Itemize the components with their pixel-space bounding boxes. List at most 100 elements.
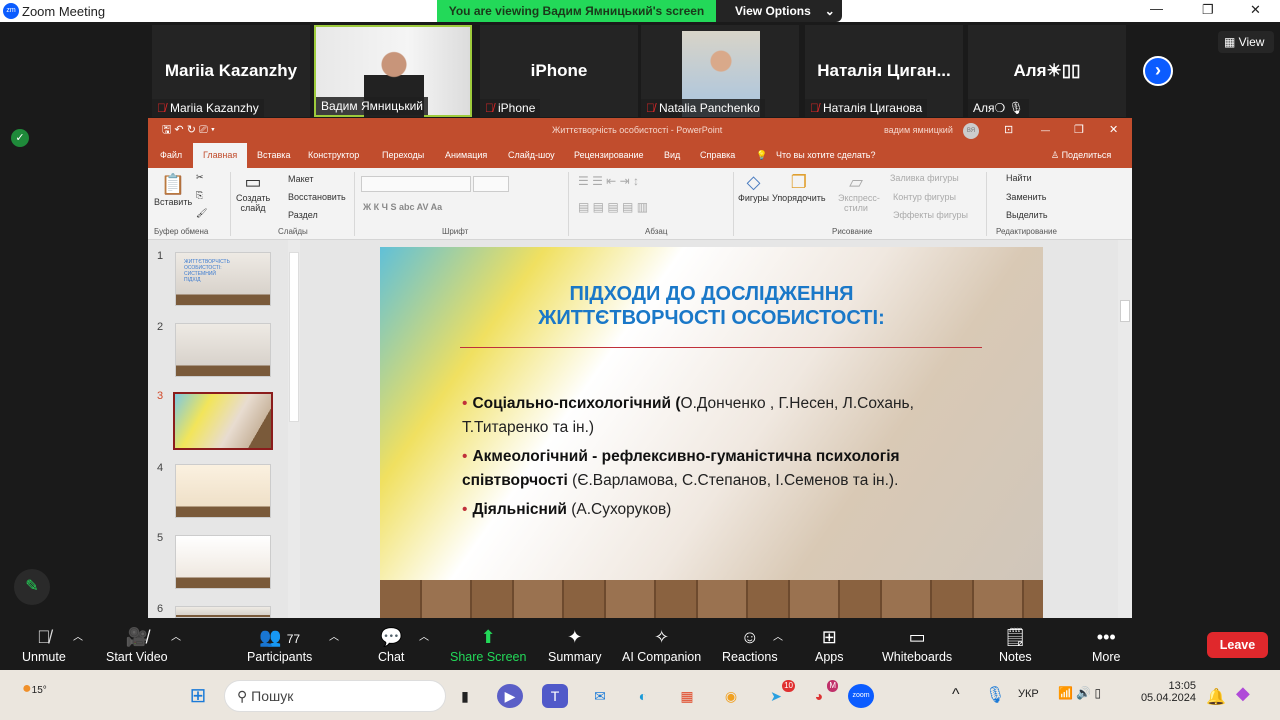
copy-icon[interactable]: ⎘ — [196, 190, 203, 201]
shape-effects-button[interactable]: Эффекты фигуры — [893, 210, 968, 220]
slide-canvas[interactable]: ПІДХОДИ ДО ДОСЛІДЖЕННЯ ЖИТТЄТВОРЧОСТІ ОСО… — [380, 247, 1043, 618]
share-screen-button[interactable]: ⬆ Share Screen — [450, 626, 526, 664]
slide-thumbnail[interactable]: ЖИТТЄТВОРЧІСТЬ ОСОБИСТОСТІ: СИСТЕМНИЙ ПІ… — [175, 252, 271, 306]
tab-animations[interactable]: Анимация — [445, 150, 487, 160]
font-family-select[interactable] — [361, 176, 471, 192]
ppt-minimize-button[interactable]: — — [1041, 118, 1050, 143]
tell-me-input[interactable]: Что вы хотите сделать? — [776, 150, 876, 160]
shapes-button[interactable]: ◇ Фигуры — [738, 172, 769, 203]
view-button[interactable]: ▦ View — [1218, 31, 1274, 53]
tab-slideshow[interactable]: Слайд-шоу — [508, 150, 555, 160]
participant-tile[interactable]: Аля☀▯▯ Аля❍ 🎙 — [968, 25, 1126, 117]
tab-design[interactable]: Конструктор — [308, 150, 359, 160]
leave-button[interactable]: Leave — [1207, 632, 1268, 658]
slide-thumbnail[interactable] — [175, 323, 271, 377]
tab-transitions[interactable]: Переходы — [382, 150, 424, 160]
microphone-tray-icon[interactable]: 🎙 — [985, 685, 1005, 705]
audio-options-chevron[interactable]: ︿ — [73, 628, 83, 643]
edge-icon[interactable]: ◐ — [630, 684, 656, 708]
slide-thumbnail[interactable] — [175, 535, 271, 589]
teams-icon[interactable]: T — [542, 684, 568, 708]
start-button[interactable]: ⊞ — [185, 684, 211, 708]
task-view-icon[interactable]: ▮ — [452, 684, 478, 708]
arrange-button[interactable]: ❐ Упорядочить — [772, 172, 826, 203]
apps-button[interactable]: ⊞ Apps — [815, 626, 844, 664]
tab-review[interactable]: Рецензирование — [574, 150, 644, 160]
view-options-button[interactable]: View Options ⌄ — [716, 0, 842, 22]
tab-view[interactable]: Вид — [664, 150, 680, 160]
ppt-close-button[interactable]: ✕ — [1109, 118, 1118, 143]
format-painter-icon[interactable]: 🖌 — [196, 208, 207, 219]
section-button[interactable]: Раздел — [288, 210, 318, 220]
notifications-bell-icon[interactable]: 🔔 — [1206, 687, 1226, 707]
cut-icon[interactable]: ✂ — [196, 172, 204, 183]
ribbon-display-options-icon[interactable]: ⊡ — [1004, 118, 1013, 143]
telegram-icon[interactable]: ➤ 10 — [763, 680, 795, 708]
participant-tile-active-speaker[interactable]: Вадим Ямницький — [314, 25, 472, 117]
unmute-button[interactable]: 🎙̸ Unmute — [22, 626, 66, 664]
quick-access-toolbar[interactable]: 🖫 ↶ ↻ ⎚ ▾ — [162, 118, 215, 143]
video-options-chevron[interactable]: ︿ — [171, 628, 181, 643]
tab-file[interactable]: Файл — [160, 150, 182, 160]
chrome-icon[interactable]: ◕ M — [806, 680, 838, 708]
align-buttons[interactable]: ▤ ▤ ▤ ▤ ▥ — [578, 200, 648, 214]
shape-outline-button[interactable]: Контур фигуры — [893, 192, 956, 202]
new-slide-button[interactable]: ▭ Создать слайд — [236, 172, 270, 213]
paragraph-buttons[interactable]: ☰ ☰ ⇤ ⇥ ↕ — [578, 174, 639, 188]
search-box[interactable]: ⚲ Пошук — [224, 680, 446, 712]
zoom-taskbar-icon[interactable]: zoom — [848, 684, 874, 708]
clock[interactable]: 13:05 05.04.2024 — [1136, 680, 1196, 704]
tab-home[interactable]: Главная — [193, 143, 248, 168]
participant-tile[interactable]: Mariia Kazanzhy 🎙̸ Mariia Kazanzhy — [152, 25, 310, 117]
find-button[interactable]: Найти — [1006, 173, 1032, 183]
participants-button[interactable]: 👥 77 Participants — [247, 626, 312, 664]
quick-styles-button[interactable]: ▱ Экспресс-стили — [838, 172, 880, 213]
close-button[interactable]: ✕ — [1250, 2, 1261, 18]
participant-tile[interactable]: 🎙̸ Natalia Panchenko — [641, 25, 799, 117]
start-video-button[interactable]: 🎥̸ Start Video — [106, 626, 168, 664]
chat-button[interactable]: 💬 Chat — [378, 626, 404, 664]
user-avatar[interactable]: ВЯ — [963, 123, 979, 139]
security-shield-icon[interactable]: ✓ — [11, 129, 29, 147]
tab-insert[interactable]: Вставка — [257, 150, 290, 160]
annotate-pencil-button[interactable]: ✎ — [14, 569, 50, 605]
paste-button[interactable]: 📋 Вставить — [154, 172, 192, 207]
weather-widget[interactable]: ●15° — [22, 680, 47, 698]
store-icon[interactable]: ▦ — [674, 684, 700, 708]
mail-icon[interactable]: ✉ — [587, 684, 613, 708]
slide-thumbnail-selected[interactable] — [173, 392, 273, 450]
summary-button[interactable]: ✦ Summary — [548, 626, 601, 664]
reactions-chevron[interactable]: ︿ — [773, 628, 783, 643]
font-format-buttons[interactable]: Ж К Ч S abc AV Aa — [363, 202, 442, 212]
share-button[interactable]: ♙ Поделиться — [1051, 150, 1111, 161]
participant-tile[interactable]: iPhone 🎙̸ iPhone — [480, 25, 638, 117]
meet-icon[interactable]: ▶ — [497, 684, 523, 708]
chat-chevron[interactable]: ︿ — [419, 628, 429, 643]
ai-companion-button[interactable]: ✧ AI Companion — [622, 626, 701, 664]
slide-thumbnail[interactable] — [175, 606, 271, 618]
participants-chevron[interactable]: ︿ — [329, 628, 339, 643]
layout-button[interactable]: Макет — [288, 174, 313, 184]
minimize-button[interactable]: — — [1150, 1, 1163, 16]
reactions-button[interactable]: ☺ Reactions — [722, 626, 778, 664]
shape-fill-button[interactable]: Заливка фигуры — [890, 173, 959, 183]
font-size-select[interactable] — [473, 176, 509, 192]
input-language[interactable]: УКР — [1018, 688, 1039, 700]
thumbnails-scrollbar[interactable] — [288, 240, 300, 618]
replace-button[interactable]: Заменить — [1006, 192, 1046, 202]
network-volume-battery-icons[interactable]: 📶 🔊 ▯ — [1058, 686, 1101, 700]
next-participants-button[interactable]: › — [1143, 56, 1173, 86]
select-button[interactable]: Выделить — [1006, 210, 1048, 220]
tab-help[interactable]: Справка — [700, 150, 735, 160]
notes-button[interactable]: 🗒 Notes — [999, 626, 1032, 664]
restore-button[interactable]: ❐ — [1202, 2, 1214, 18]
slide-scrollbar[interactable] — [1118, 240, 1132, 618]
ppt-restore-button[interactable]: ❐ — [1074, 118, 1084, 143]
slide-thumbnail[interactable] — [175, 464, 271, 518]
participant-tile[interactable]: Наталія Циган... 🎙̸ Наталія Циганова — [805, 25, 963, 117]
more-button[interactable]: ••• More — [1092, 626, 1120, 664]
tray-overflow-icon[interactable]: ^ — [952, 686, 960, 704]
copilot-icon[interactable]: ◆ — [1236, 683, 1250, 704]
reset-button[interactable]: Восстановить — [288, 192, 346, 202]
whiteboards-button[interactable]: ▭ Whiteboards — [882, 626, 952, 664]
